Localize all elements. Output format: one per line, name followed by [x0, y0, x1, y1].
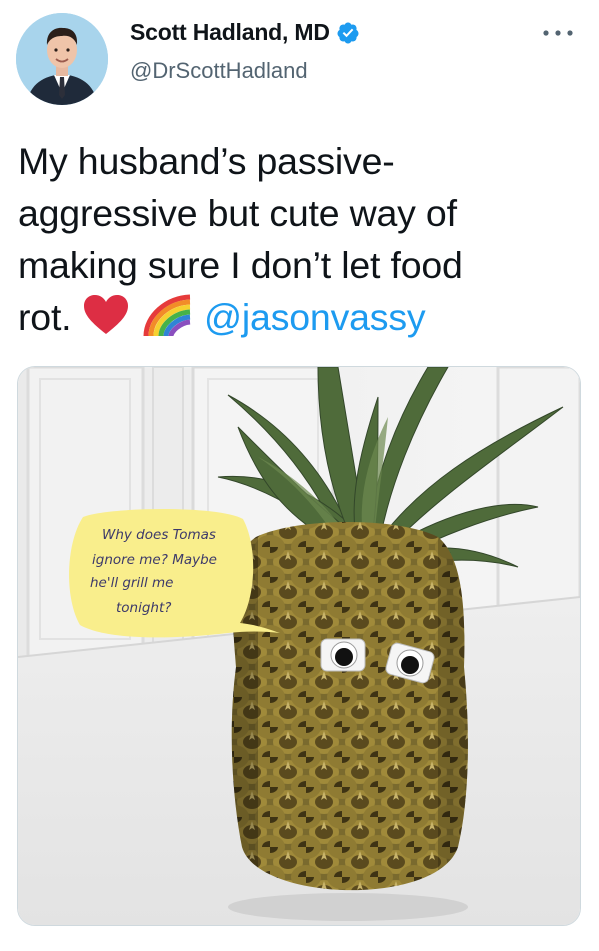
sticky-note-text: tonight? [116, 600, 171, 616]
author-display-name[interactable]: Scott Hadland, MD [130, 19, 330, 46]
more-options-icon [543, 30, 573, 36]
tweet-text-line: rot. @jasonvassy [18, 291, 578, 343]
tweet-text-line: aggressive but cute way of [18, 192, 457, 234]
tweet-media-image[interactable]: Why does Tomas ignore me? Maybe he'll gr… [17, 366, 581, 926]
sticky-note-text: he'll grill me [90, 575, 174, 591]
tweet-text: My husband’s passive- aggressive but cut… [18, 135, 578, 343]
tweet-text-line: My husband’s passive- [18, 140, 395, 182]
author-handle[interactable]: @DrScottHadland [130, 58, 308, 84]
googly-eye [320, 638, 366, 672]
avatar[interactable] [16, 13, 108, 105]
sticky-note-text: ignore me? Maybe [92, 552, 217, 568]
mention-link[interactable]: @jasonvassy [204, 296, 426, 338]
sticky-note-text: Why does Tomas [102, 527, 216, 543]
tweet-text-line: making sure I don’t let food [18, 244, 463, 286]
verified-badge-icon [337, 22, 359, 43]
rainbow-emoji [143, 294, 191, 336]
tweet-text-fragment: rot. [18, 296, 72, 338]
heart-emoji [83, 295, 128, 334]
more-options-button[interactable] [537, 20, 579, 46]
